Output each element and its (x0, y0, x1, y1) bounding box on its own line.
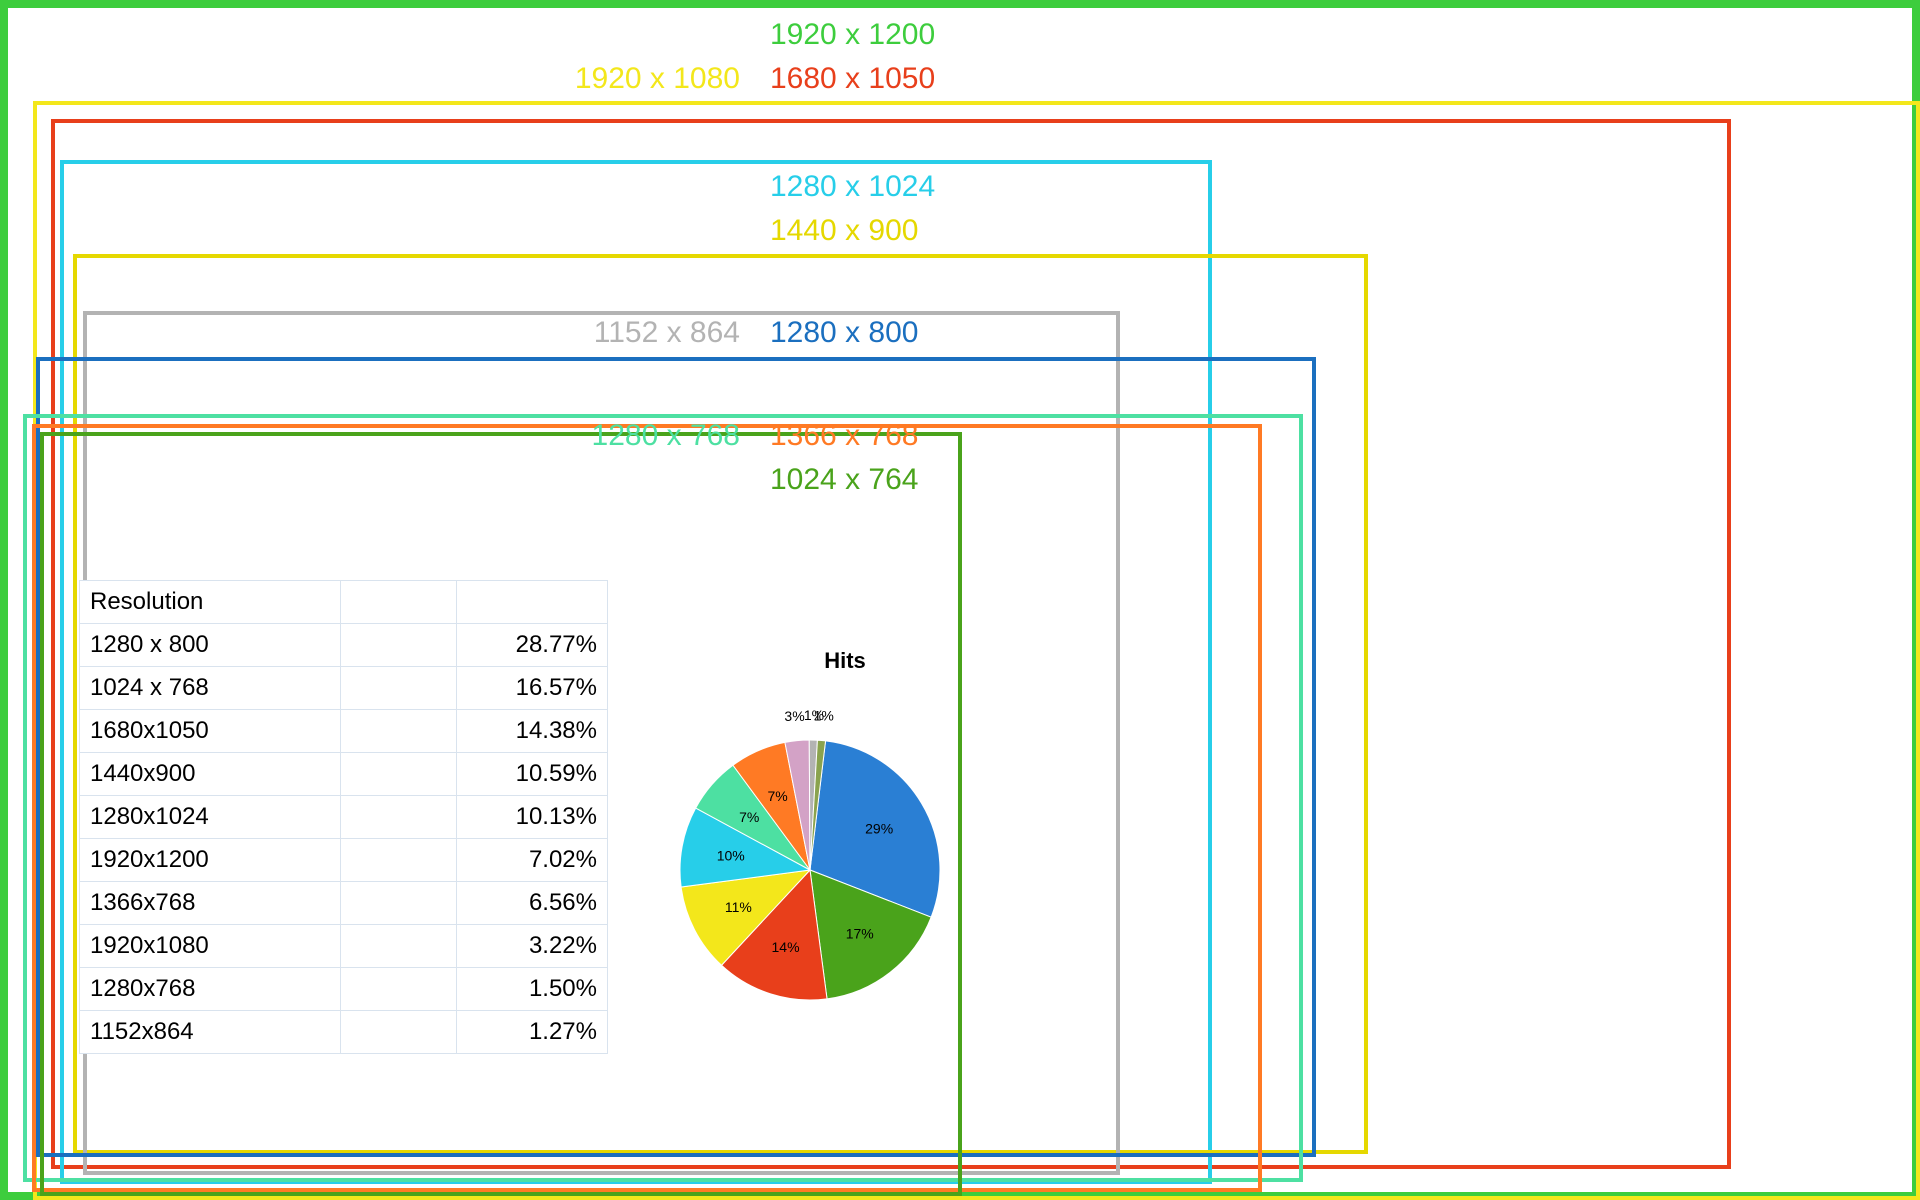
pie-slice-label: 29% (865, 821, 893, 837)
cell-percent: 10.13% (457, 796, 608, 839)
pie-slice-label: 10% (717, 847, 745, 863)
table-row: 1366x768 6.56% (80, 882, 608, 925)
table-row: 1280 x 800 28.77% (80, 624, 608, 667)
cell-blank (341, 710, 457, 753)
cell-resolution: 1920x1080 (80, 925, 341, 968)
resolution-table: Resolution1280 x 800 28.77% 1024 x 768 16.5… (79, 580, 608, 1054)
pie-slice-label: 1% (814, 708, 834, 724)
cell-blank (341, 753, 457, 796)
cell-percent: 10.59% (457, 753, 608, 796)
cell-blank (341, 1011, 457, 1054)
cell-percent: 7.02% (457, 839, 608, 882)
cell-resolution: 1366x768 (80, 882, 341, 925)
resolution-label: 1280 x 1024 (770, 170, 935, 204)
cell-percent: 28.77% (457, 624, 608, 667)
pie-slice-label: 11% (725, 899, 752, 915)
resolution-label: 1680 x 1050 (770, 62, 935, 96)
cell-blank (341, 882, 457, 925)
table-row: 1280x768 1.50% (80, 968, 608, 1011)
pie-slice-label: 14% (772, 939, 800, 955)
pie-slice-label: 7% (739, 809, 759, 825)
cell-resolution: 1280 x 800 (80, 624, 341, 667)
resolution-label: 1024 x 764 (770, 463, 918, 497)
resolution-label: 1366 x 768 (770, 419, 918, 453)
cell-percent: 6.56% (457, 882, 608, 925)
cell-resolution: 1920x1200 (80, 839, 341, 882)
table-header-resolution: Resolution (80, 581, 341, 624)
resolution-label: 1920 x 1080 (575, 62, 740, 96)
table-header-blank (341, 581, 457, 624)
table-row: 1440x900 10.59% (80, 753, 608, 796)
cell-percent: 3.22% (457, 925, 608, 968)
pie-slice-label: 7% (767, 788, 787, 804)
resolution-label: 1280 x 800 (770, 316, 918, 350)
cell-resolution: 1280x768 (80, 968, 341, 1011)
table-row: 1920x1200 7.02% (80, 839, 608, 882)
cell-percent: 1.50% (457, 968, 608, 1011)
table-row: 1680x1050 14.38% (80, 710, 608, 753)
resolution-label: 1440 x 900 (770, 214, 918, 248)
cell-blank (341, 624, 457, 667)
table-row: 1920x1080 3.22% (80, 925, 608, 968)
cell-blank (341, 925, 457, 968)
pie-title: Hits (824, 648, 866, 673)
cell-resolution: 1152x864 (80, 1011, 341, 1054)
pie-slice-label: 3% (784, 708, 804, 724)
cell-blank (341, 968, 457, 1011)
resolution-diagram: 1920 x 1200 1920 x 1080 1680 x 1050 1280 x … (0, 0, 1920, 1200)
table-row: 1024 x 768 16.57% (80, 667, 608, 710)
resolution-label: 1152 x 864 (594, 316, 740, 350)
table-header-blank2 (457, 581, 608, 624)
cell-blank (341, 796, 457, 839)
cell-blank (341, 667, 457, 710)
table-row: 1280x1024 10.13% (80, 796, 608, 839)
table-row: 1152x864 1.27% (80, 1011, 608, 1054)
cell-resolution: 1680x1050 (80, 710, 341, 753)
cell-resolution: 1280x1024 (80, 796, 341, 839)
resolution-label: 1280 x 768 (592, 419, 740, 453)
pie-slice-label: 17% (846, 925, 874, 941)
cell-percent: 14.38% (457, 710, 608, 753)
pie-chart: Hits29%17%14%11%10%7%7%3%1%1% (600, 640, 1020, 1075)
cell-blank (341, 839, 457, 882)
resolution-label: 1920 x 1200 (770, 18, 935, 52)
cell-resolution: 1024 x 768 (80, 667, 341, 710)
cell-resolution: 1440x900 (80, 753, 341, 796)
cell-percent: 1.27% (457, 1011, 608, 1054)
cell-percent: 16.57% (457, 667, 608, 710)
